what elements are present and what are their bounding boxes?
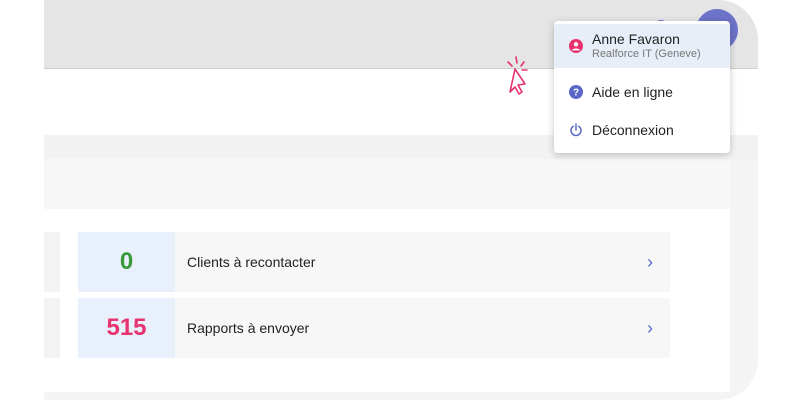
dashboard-row-rapports[interactable]: 515 Rapports à envoyer › [78, 298, 670, 358]
left-strip [44, 298, 60, 358]
metric-label: Clients à recontacter [187, 254, 316, 270]
user-organization: Realforce IT (Geneve) [592, 47, 701, 60]
click-cursor-icon [498, 54, 538, 98]
svg-text:?: ? [573, 88, 579, 99]
menu-item-logout[interactable]: Déconnexion [554, 112, 730, 148]
user-name: Anne Favaron [592, 31, 680, 48]
dashboard-content: 0 Clients à recontacter › 515 Rapports à… [44, 209, 730, 392]
chevron-right-icon[interactable]: › [630, 252, 670, 273]
dashboard-row-clients[interactable]: 0 Clients à recontacter › [78, 232, 670, 292]
section-subheader [44, 159, 730, 209]
chevron-right-icon[interactable]: › [630, 318, 670, 339]
help-label: Aide en ligne [592, 84, 673, 100]
left-strip [44, 232, 60, 292]
logout-label: Déconnexion [592, 122, 674, 138]
user-dropdown-menu: Anne Favaron Realforce IT (Geneve) ? Aid… [554, 21, 730, 153]
menu-item-user-profile[interactable]: Anne Favaron Realforce IT (Geneve) [554, 24, 730, 68]
metric-label: Rapports à envoyer [187, 320, 310, 336]
power-icon [568, 122, 584, 138]
menu-item-help[interactable]: ? Aide en ligne [554, 74, 730, 110]
metric-value: 0 [78, 232, 175, 292]
user-circle-icon [568, 38, 584, 54]
metric-value: 515 [78, 298, 175, 358]
question-circle-icon: ? [568, 84, 584, 100]
